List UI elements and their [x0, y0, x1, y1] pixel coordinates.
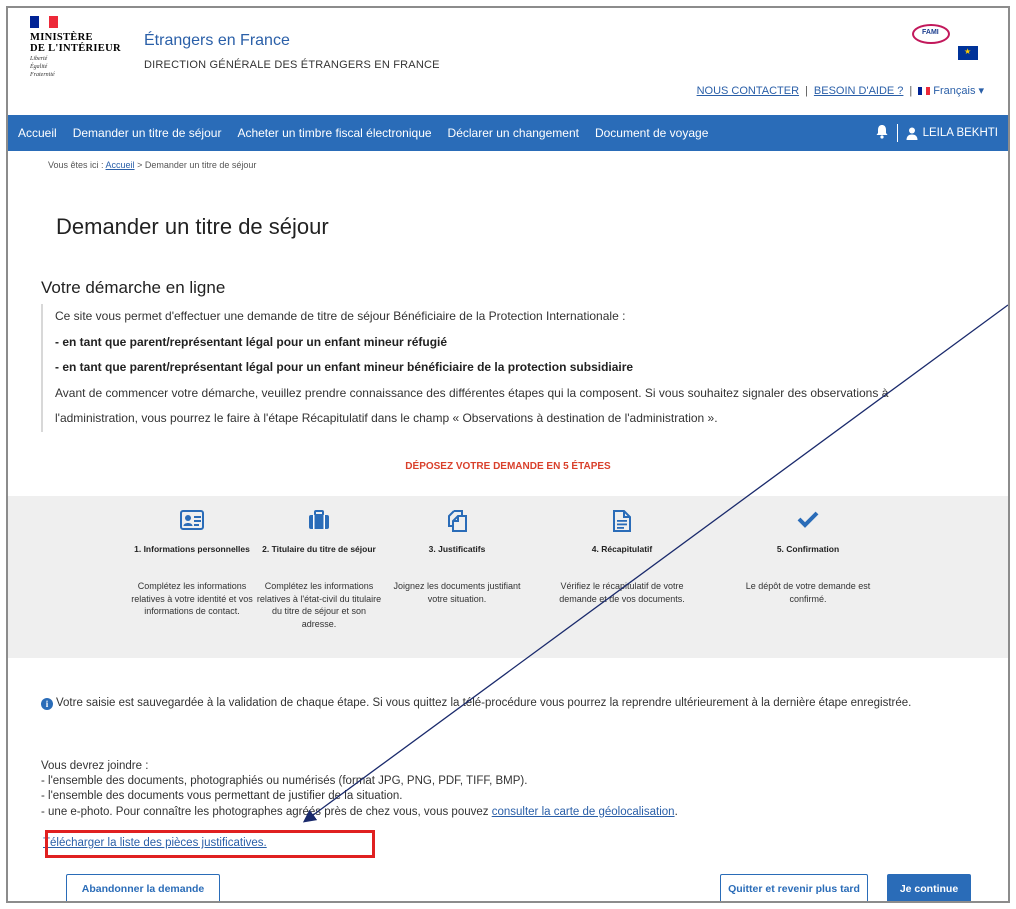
intro-text: Ce site vous permet d'effectuer une dema… [55, 309, 626, 323]
bullet-refugie: - en tant que parent/représentant légal … [55, 334, 448, 349]
page-title: Demander un titre de séjour [56, 214, 329, 239]
requirements-block: Vous devrez joindre : - l'ensemble des d… [41, 759, 971, 820]
user-icon [906, 127, 918, 140]
steps-band: 1. Informations personnelles Complétez l… [8, 496, 1008, 658]
ministry-logo[interactable]: MINISTÈRE DE L'INTÉRIEUR Liberté Égalité… [30, 16, 126, 78]
user-name: LEILA BEKHTI [922, 127, 998, 139]
step-description: Complétez les informations relatives à v… [131, 581, 253, 616]
step-description: Le dépôt de votre demande est confirmé. [745, 581, 871, 604]
motto-egalite: Égalité [30, 64, 48, 70]
contact-link[interactable]: NOUS CONTACTER [697, 85, 799, 97]
page-frame: MINISTÈRE DE L'INTÉRIEUR Liberté Égalité… [6, 6, 1010, 903]
site-header: MINISTÈRE DE L'INTÉRIEUR Liberté Égalité… [8, 8, 1008, 115]
french-flag-icon [918, 86, 931, 95]
site-title[interactable]: Étrangers en France [144, 32, 290, 50]
motto-liberte: Liberté [30, 56, 48, 62]
bell-icon[interactable] [875, 124, 889, 142]
breadcrumb-home-link[interactable]: Accueil [106, 160, 135, 170]
user-menu[interactable]: LEILA BEKHTI [906, 127, 998, 140]
eu-flag-icon [958, 46, 978, 60]
breadcrumb: Vous êtes ici : Accueil > Demander un ti… [48, 160, 256, 170]
language-label: Français [933, 84, 976, 97]
step-label: 4. Récapitulatif [591, 544, 653, 554]
nav-item-accueil[interactable]: Accueil [8, 126, 65, 140]
top-links: NOUS CONTACTER | BESOIN D'AIDE ? | Franç… [696, 84, 984, 98]
nav-item-demander-titre[interactable]: Demander un titre de séjour [65, 126, 230, 140]
french-flag-icon [30, 16, 58, 28]
continue-button[interactable]: Je continue [887, 874, 971, 901]
nav-user-area: LEILA BEKHTI [875, 115, 998, 151]
help-link[interactable]: BESOIN D'AIDE ? [814, 85, 904, 97]
fami-logo-text: FAMI [922, 29, 939, 36]
nav-item-declarer-changement[interactable]: Déclarer un changement [440, 126, 587, 140]
id-card-icon [127, 510, 257, 532]
before-start-text: Avant de commencer votre démarche, veuil… [55, 385, 889, 426]
site-subtitle: DIRECTION GÉNÉRALE DES ÉTRANGERS EN FRAN… [144, 59, 440, 71]
save-info: i Votre saisie est sauvegardée à la valid… [41, 694, 971, 712]
steps-heading: DÉPOSEZ VOTRE DEMANDE EN 5 ÉTAPES [405, 461, 611, 472]
ministry-line1: MINISTÈRE [30, 32, 93, 43]
document-icon [557, 510, 687, 532]
nav-item-timbre-fiscal[interactable]: Acheter un timbre fiscal électronique [229, 126, 439, 140]
breadcrumb-prefix: Vous êtes ici : [48, 160, 104, 170]
geolocation-map-link[interactable]: consulter la carte de géolocalisation [492, 806, 675, 818]
step-2: 2. Titulaire du titre de séjour Compléte… [254, 496, 384, 630]
step-label: 5. Confirmation [776, 544, 840, 554]
main-nav: Accueil Demander un titre de séjour Ache… [8, 115, 1008, 151]
requirement-formats: - l'ensemble des documents, photographié… [41, 775, 528, 788]
requirement-justify: - l'ensemble des documents vous permetta… [41, 790, 403, 803]
requirements-title: Vous devrez joindre : [41, 760, 149, 772]
suitcase-icon [254, 510, 384, 532]
fami-logo: FAMI [908, 22, 982, 64]
requirement-ephoto: - une e-photo. Pour connaître les photog… [41, 805, 678, 818]
nav-item-document-voyage[interactable]: Document de voyage [587, 126, 716, 140]
intro-block: Ce site vous permet d'effectuer une dema… [41, 304, 941, 432]
language-selector[interactable]: Français ▾ [918, 84, 984, 97]
ministry-line2: DE L'INTÉRIEUR [30, 43, 121, 54]
step-5: 5. Confirmation Le dépôt de votre demand… [743, 496, 873, 605]
info-icon: i [41, 698, 53, 710]
quit-later-button[interactable]: Quitter et revenir plus tard [720, 874, 868, 901]
step-description: Joignez les documents justifiant votre s… [393, 581, 521, 604]
checkmark-icon [743, 510, 873, 532]
motto-fraternite: Fraternité [30, 72, 55, 78]
step-3: 3. Justificatifs Joignez les documents j… [392, 496, 522, 605]
step-description: Complétez les informations relatives à l… [256, 581, 382, 629]
step-1: 1. Informations personnelles Complétez l… [127, 496, 257, 618]
step-4: 4. Récapitulatif Vérifiez le récapitulat… [557, 496, 687, 605]
save-info-text: Votre saisie est sauvegardée à la valida… [56, 697, 912, 709]
highlight-box [45, 830, 375, 858]
breadcrumb-current: > Demander un titre de séjour [137, 160, 257, 170]
bullet-protection-subsidiaire: - en tant que parent/représentant légal … [55, 360, 634, 374]
chevron-down-icon: ▾ [978, 85, 984, 97]
step-description: Vérifiez le récapitulatif de votre deman… [559, 581, 685, 604]
abandon-button[interactable]: Abandonner la demande [66, 874, 220, 901]
section-title: Votre démarche en ligne [41, 278, 226, 297]
step-label: 1. Informations personnelles [134, 544, 250, 554]
step-label: 3. Justificatifs [428, 544, 486, 554]
step-label: 2. Titulaire du titre de séjour [262, 544, 376, 554]
copy-documents-icon [392, 510, 522, 532]
